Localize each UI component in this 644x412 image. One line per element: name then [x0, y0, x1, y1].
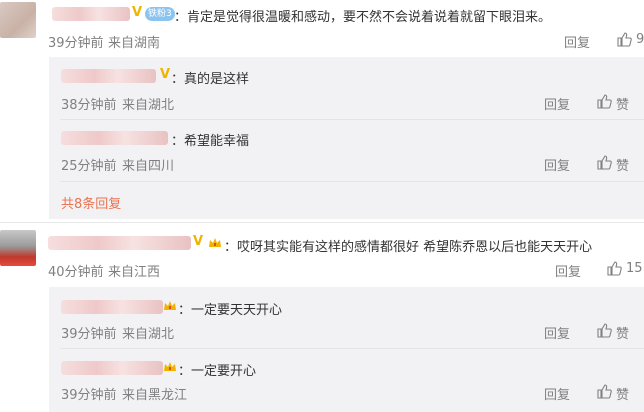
fan-badge: 铁粉3 [145, 7, 175, 21]
reply-button[interactable]: 回复 [544, 384, 570, 403]
vip-v-icon: V [160, 67, 171, 82]
vip-v-icon: V [193, 234, 204, 249]
like-button[interactable]: 赞 [616, 94, 629, 113]
like-button[interactable]: 赞 [616, 384, 629, 403]
comment-text: ：哎呀其实能有这样的感情都很好 希望陈乔恩以后也能天天开心 [224, 240, 593, 255]
reply-button[interactable]: 回复 [544, 155, 570, 174]
vip-v-icon: V [132, 5, 143, 20]
reply-time: 39分钟前 [61, 327, 117, 342]
username[interactable] [61, 361, 163, 375]
reply-divider [60, 119, 644, 120]
like-count[interactable]: 15 [626, 261, 643, 276]
comment-text: ：肯定是觉得很温暖和感动，要不然不会说着说着就留下眼泪来。 [174, 10, 552, 25]
reply-time: 38分钟前 [61, 98, 117, 113]
crown-icon [164, 301, 176, 310]
like-button[interactable]: 赞 [616, 155, 629, 174]
reply-button[interactable]: 回复 [544, 323, 570, 342]
crown-icon [164, 362, 176, 371]
comment-location: 来自湖南 [108, 36, 161, 51]
reply-location: 来自黑龙江 [122, 388, 188, 403]
comment-location: 来自江西 [108, 265, 161, 280]
thumbs-up-icon[interactable] [606, 260, 622, 276]
username[interactable] [61, 69, 156, 83]
reply-location: 来自四川 [122, 159, 175, 174]
username[interactable] [61, 131, 168, 145]
comment-divider [0, 222, 644, 223]
reply-divider [60, 181, 644, 182]
reply-button[interactable]: 回复 [564, 32, 590, 51]
reply-text: ：真的是这样 [171, 72, 250, 87]
reply-text: ：希望能幸福 [171, 134, 250, 149]
reply-time: 39分钟前 [61, 388, 117, 403]
reply-location: 来自湖北 [122, 98, 175, 113]
reply-button[interactable]: 回复 [555, 261, 581, 280]
thumbs-up-icon[interactable] [596, 93, 612, 109]
like-button[interactable]: 赞 [616, 323, 629, 342]
reply-location: 来自湖北 [122, 327, 175, 342]
reply-text: ：一定要天天开心 [178, 303, 283, 318]
comment-time: 39分钟前 [48, 36, 104, 51]
reply-button[interactable]: 回复 [544, 94, 570, 113]
thumbs-up-icon[interactable] [596, 383, 612, 399]
comment-time: 40分钟前 [48, 265, 104, 280]
like-count[interactable]: 9 [636, 32, 644, 47]
username[interactable] [48, 236, 191, 250]
crown-icon [209, 238, 221, 247]
username[interactable] [61, 300, 163, 314]
reply-text: ：一定要开心 [178, 364, 257, 379]
avatar[interactable] [0, 2, 36, 38]
thumbs-up-icon[interactable] [616, 31, 632, 47]
thumbs-up-icon[interactable] [596, 322, 612, 338]
reply-divider [60, 348, 644, 349]
thumbs-up-icon[interactable] [596, 154, 612, 170]
more-replies-link[interactable]: 共8条回复 [61, 193, 121, 212]
username[interactable] [52, 7, 130, 21]
reply-time: 25分钟前 [61, 159, 117, 174]
avatar[interactable] [0, 230, 36, 266]
